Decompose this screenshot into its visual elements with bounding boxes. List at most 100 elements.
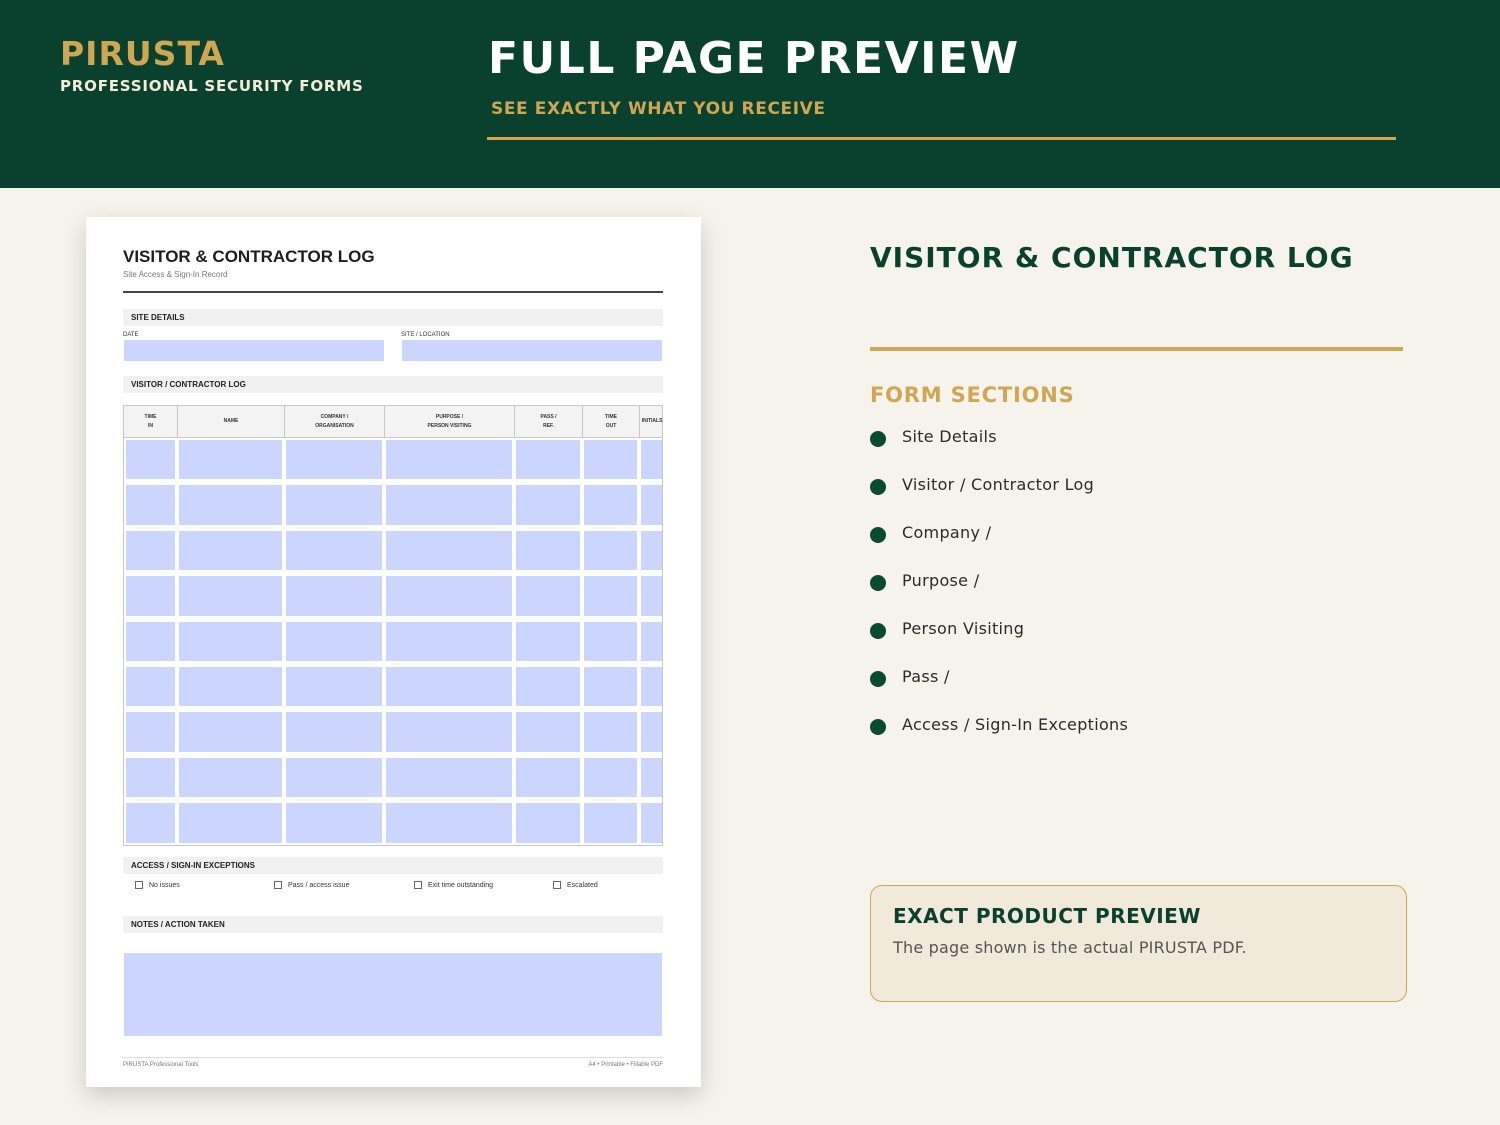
col-pass-ref-cell[interactable]: [516, 440, 580, 480]
col-purpose-cell[interactable]: [386, 530, 512, 571]
check-escalated[interactable]: Escalated: [553, 881, 598, 889]
col-company-cell[interactable]: [286, 667, 382, 707]
col-initials-cell[interactable]: [641, 530, 662, 571]
callout-text: The page shown is the actual PIRUSTA PDF…: [893, 938, 1247, 957]
col-company-cell[interactable]: [286, 576, 382, 616]
col-time-in-cell[interactable]: [126, 712, 175, 752]
col-name-cell[interactable]: [179, 712, 282, 752]
site-location-label: SITE / LOCATION: [401, 332, 450, 338]
checkbox-icon[interactable]: [135, 881, 143, 889]
section-notes: NOTES / ACTION TAKEN: [123, 916, 663, 933]
col-initials-cell[interactable]: [641, 485, 662, 525]
col-company-cell[interactable]: [286, 712, 382, 752]
col-pass-ref-cell[interactable]: [516, 667, 580, 707]
col-name-cell[interactable]: [179, 530, 282, 571]
col-time-in-header: TIME IN: [144, 413, 157, 429]
col-initials-cell[interactable]: [641, 621, 662, 661]
checkbox-icon[interactable]: [274, 881, 282, 889]
col-time-in-cell[interactable]: [126, 621, 175, 661]
col-name-header: NAME: [177, 406, 284, 437]
col-time-out-cell[interactable]: [584, 803, 637, 843]
col-initials-cell[interactable]: [641, 440, 662, 480]
check-exit-time-outstanding[interactable]: Exit time outstanding: [414, 881, 493, 889]
col-company-cell[interactable]: [286, 621, 382, 661]
col-pass-ref-cell[interactable]: [516, 712, 580, 752]
col-pass-ref-cell[interactable]: [516, 530, 580, 571]
date-field[interactable]: [124, 340, 384, 361]
form-section-item: Pass /: [870, 665, 950, 687]
checkbox-icon[interactable]: [553, 881, 561, 889]
col-name-cell[interactable]: [179, 667, 282, 707]
col-name-cell[interactable]: [179, 803, 282, 843]
col-purpose-cell[interactable]: [386, 485, 512, 525]
col-time-out-cell[interactable]: [584, 712, 637, 752]
col-initials-cell[interactable]: [641, 803, 662, 843]
col-company-cell[interactable]: [286, 485, 382, 525]
table-row: [124, 755, 662, 800]
site-location-field[interactable]: [402, 340, 662, 361]
col-purpose-cell[interactable]: [386, 621, 512, 661]
col-initials-cell[interactable]: [641, 576, 662, 616]
col-time-out-cell[interactable]: [584, 757, 637, 798]
col-name-cell[interactable]: [179, 576, 282, 616]
col-purpose-header: PURPOSE / PERSON VISITING: [384, 406, 514, 437]
footer-left-text: PIRUSTA Professional Tools: [123, 1062, 199, 1068]
col-pass-ref-cell[interactable]: [516, 621, 580, 661]
col-time-out-cell[interactable]: [584, 485, 637, 525]
col-time-out-cell[interactable]: [584, 667, 637, 707]
bullet-icon: [870, 671, 886, 687]
form-section-item: Company /: [870, 521, 991, 543]
col-time-in-cell[interactable]: [126, 576, 175, 616]
col-pass-ref-cell[interactable]: [516, 803, 580, 843]
col-purpose-cell[interactable]: [386, 667, 512, 707]
table-row: [124, 482, 662, 527]
product-title-divider: [870, 347, 1403, 351]
table-row: [124, 800, 662, 845]
check-no-issues[interactable]: No issues: [135, 881, 180, 889]
col-time-in-cell[interactable]: [126, 440, 175, 480]
col-time-out-cell[interactable]: [584, 621, 637, 661]
col-company-cell[interactable]: [286, 530, 382, 571]
col-purpose-cell[interactable]: [386, 576, 512, 616]
col-name-cell[interactable]: [179, 440, 282, 480]
product-title: VISITOR & CONTRACTOR LOG: [870, 241, 1354, 274]
col-initials-cell[interactable]: [641, 712, 662, 752]
brand-tagline: PROFESSIONAL SECURITY FORMS: [60, 77, 364, 95]
col-time-out-cell[interactable]: [584, 440, 637, 480]
col-pass-ref-cell[interactable]: [516, 576, 580, 616]
col-time-out-header: TIME OUT: [582, 406, 639, 437]
col-pass-ref-cell[interactable]: [516, 485, 580, 525]
notes-field[interactable]: [124, 953, 662, 1036]
form-section-label: Purpose /: [902, 570, 980, 590]
col-company-cell[interactable]: [286, 803, 382, 843]
footer-right-text: A4 • Printable • Fillable PDF: [588, 1062, 663, 1068]
section-exceptions: ACCESS / SIGN-IN EXCEPTIONS: [123, 857, 663, 874]
col-time-in-cell[interactable]: [126, 667, 175, 707]
col-time-in-cell[interactable]: [126, 803, 175, 843]
page-subtitle: SEE EXACTLY WHAT YOU RECEIVE: [491, 99, 826, 119]
col-time-in-cell[interactable]: [126, 485, 175, 525]
header-banner: PIRUSTA PROFESSIONAL SECURITY FORMS FULL…: [0, 0, 1500, 188]
col-purpose-cell[interactable]: [386, 440, 512, 480]
col-purpose-cell[interactable]: [386, 712, 512, 752]
col-time-in-cell[interactable]: [126, 530, 175, 571]
col-company-cell[interactable]: [286, 440, 382, 480]
col-purpose-cell[interactable]: [386, 803, 512, 843]
col-pass-ref-cell[interactable]: [516, 757, 580, 798]
col-time-out-cell[interactable]: [584, 530, 637, 571]
col-initials-cell[interactable]: [641, 757, 662, 798]
col-purpose-cell[interactable]: [386, 757, 512, 798]
col-name-cell[interactable]: [179, 621, 282, 661]
col-name-cell[interactable]: [179, 757, 282, 798]
form-section-item: Access / Sign-In Exceptions: [870, 713, 1128, 735]
col-initials-cell[interactable]: [641, 667, 662, 707]
col-time-out-cell[interactable]: [584, 576, 637, 616]
col-time-in-cell[interactable]: [126, 757, 175, 798]
checkbox-icon[interactable]: [414, 881, 422, 889]
section-site-details: SITE DETAILS: [123, 309, 663, 326]
col-name-cell[interactable]: [179, 485, 282, 525]
brand-name: PIRUSTA: [60, 34, 225, 73]
col-company-cell[interactable]: [286, 757, 382, 798]
check-pass-access-issue[interactable]: Pass / access issue: [274, 881, 349, 889]
form-section-label: Person Visiting: [902, 618, 1025, 638]
